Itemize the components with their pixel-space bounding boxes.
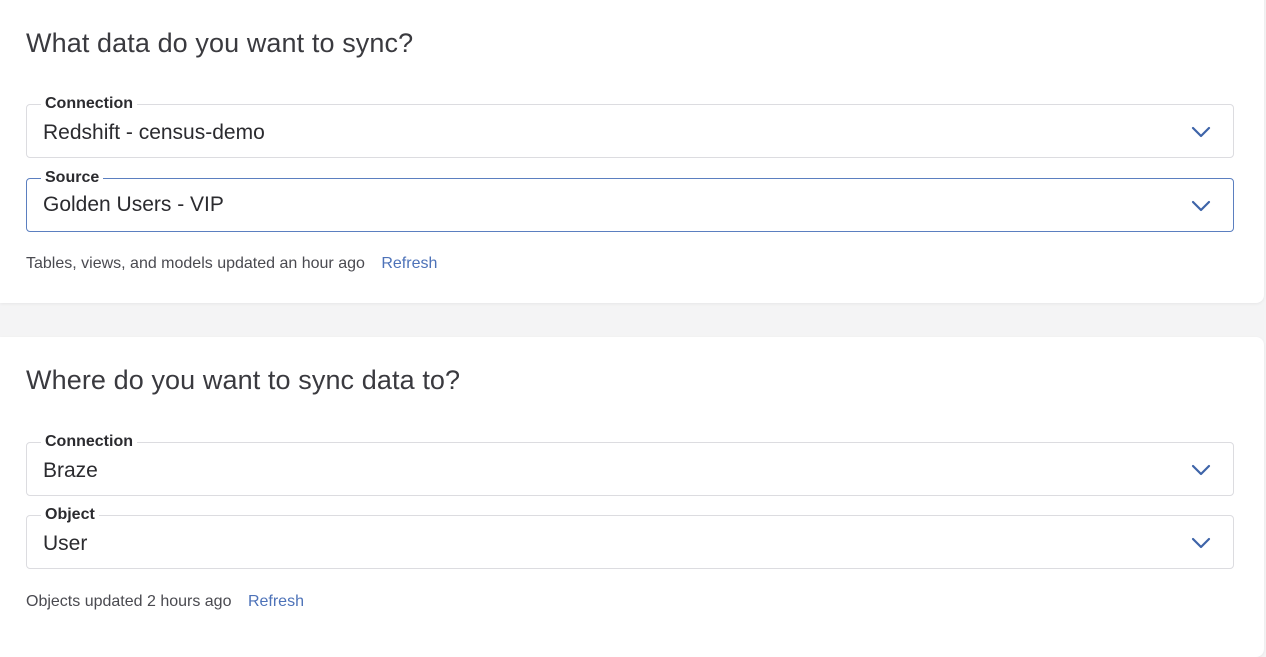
source-connection-label: Connection xyxy=(41,95,137,113)
source-value: Golden Users - VIP xyxy=(43,193,224,216)
source-status: Tables, views, and models updated an hou… xyxy=(26,254,437,274)
chevron-down-icon[interactable] xyxy=(1191,125,1211,139)
destination-object-label: Object xyxy=(41,506,99,524)
chevron-down-icon[interactable] xyxy=(1191,463,1211,477)
destination-status-text: Objects updated 2 hours ago xyxy=(26,593,232,610)
source-section-title: What data do you want to sync? xyxy=(26,28,414,58)
chevron-down-icon[interactable] xyxy=(1191,536,1211,550)
destination-object-select[interactable]: Object User xyxy=(26,506,1234,569)
source-connection-select[interactable]: Connection Redshift - census-demo xyxy=(26,95,1234,158)
destination-connection-select[interactable]: Connection Braze xyxy=(26,433,1234,496)
destination-section-title: Where do you want to sync data to? xyxy=(26,365,461,395)
destination-status: Objects updated 2 hours ago Refresh xyxy=(26,592,304,612)
source-label: Source xyxy=(41,169,104,187)
destination-card: Where do you want to sync data to? Conne… xyxy=(0,337,1264,657)
destination-connection-label: Connection xyxy=(41,433,137,451)
destination-refresh-link[interactable]: Refresh xyxy=(248,593,304,610)
destination-connection-value: Braze xyxy=(43,459,98,482)
destination-object-value: User xyxy=(43,532,88,555)
source-select[interactable]: Source Golden Users - VIP xyxy=(26,169,1234,232)
source-connection-value: Redshift - census-demo xyxy=(43,121,265,144)
source-refresh-link[interactable]: Refresh xyxy=(381,255,437,272)
chevron-down-icon[interactable] xyxy=(1191,199,1211,213)
source-status-text: Tables, views, and models updated an hou… xyxy=(26,255,365,272)
source-card: What data do you want to sync? Connectio… xyxy=(0,0,1264,303)
